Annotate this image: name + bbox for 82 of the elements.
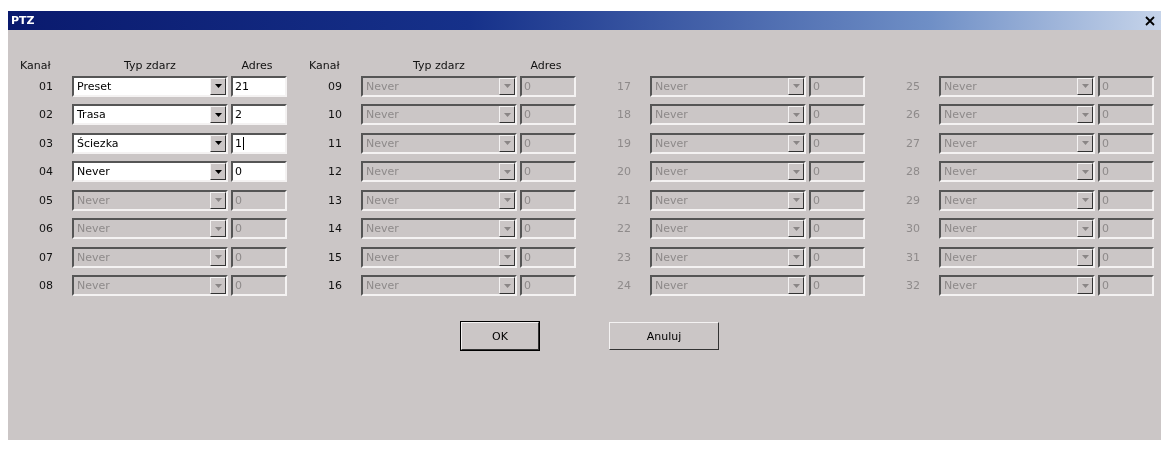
dropdown-arrow-icon <box>792 283 800 288</box>
column-header: Typ zdarz <box>412 59 466 72</box>
dropdown-arrow-icon <box>503 169 511 174</box>
dropdown-arrow-icon <box>1081 112 1089 117</box>
channel-number: 15 <box>327 250 343 264</box>
channel-number: 25 <box>905 79 921 93</box>
dropdown-arrow-icon <box>503 84 511 89</box>
dropdown-arrow-icon <box>792 169 800 174</box>
channel-number: 12 <box>327 165 343 179</box>
channel-number: 30 <box>905 222 921 236</box>
channel-number: 10 <box>327 108 343 122</box>
channel-number: 11 <box>327 136 343 150</box>
channel-number: 18 <box>616 108 632 122</box>
channel-number: 27 <box>905 136 921 150</box>
event-type-dropdown[interactable]: Ściezka <box>72 132 228 154</box>
channel-number: 31 <box>905 250 921 264</box>
channel-number: 04 <box>38 165 54 179</box>
dropdown-arrow-icon <box>503 226 511 231</box>
dropdown-arrow-icon <box>503 141 511 146</box>
address-field[interactable]: 1 <box>231 132 287 154</box>
column-header: Adres <box>529 59 563 72</box>
dropdown-arrow-icon <box>1081 283 1089 288</box>
dropdown-arrow-icon <box>792 198 800 203</box>
dropdown-arrow-icon <box>792 84 800 89</box>
channel-number: 23 <box>616 250 632 264</box>
dropdown-arrow-icon <box>503 255 511 260</box>
dropdown-arrow-icon <box>214 141 222 146</box>
dropdown-arrow-icon <box>1081 255 1089 260</box>
column-header: Kanał <box>309 59 341 72</box>
dropdown-arrow-icon <box>214 255 222 260</box>
column-header: Typ zdarz <box>123 59 177 72</box>
dropdown-arrow-icon <box>503 198 511 203</box>
channel-number: 06 <box>38 222 54 236</box>
channel-number: 28 <box>905 165 921 179</box>
dropdown-arrow-icon <box>214 169 222 174</box>
address-field[interactable]: 2 <box>231 104 287 126</box>
event-type-dropdown[interactable]: Preset <box>72 75 228 97</box>
channel-number: 14 <box>327 222 343 236</box>
dropdown-arrow-icon <box>792 255 800 260</box>
channel-number: 13 <box>327 193 343 207</box>
dropdown-arrow-icon <box>792 112 800 117</box>
dropdown-arrow-icon <box>214 283 222 288</box>
event-type-dropdown[interactable]: Never <box>72 161 228 183</box>
dropdown-arrow-icon <box>1081 84 1089 89</box>
dropdown-arrow-icon <box>1081 169 1089 174</box>
dropdown-arrow-icon <box>1081 226 1089 231</box>
channel-number: 17 <box>616 79 632 93</box>
window-title: PTZ <box>11 14 35 27</box>
column-header: Adres <box>240 59 274 72</box>
channel-number: 32 <box>905 279 921 293</box>
channel-number: 21 <box>616 193 632 207</box>
dropdown-arrow-icon <box>503 112 511 117</box>
channel-number: 05 <box>38 193 54 207</box>
channel-number: 29 <box>905 193 921 207</box>
dropdown-arrow-icon <box>214 84 222 89</box>
channel-number: 16 <box>327 279 343 293</box>
dropdown-arrow-icon <box>214 226 222 231</box>
channel-number: 26 <box>905 108 921 122</box>
dropdown-arrow-icon <box>1081 198 1089 203</box>
channel-number: 03 <box>38 136 54 150</box>
channel-number: 22 <box>616 222 632 236</box>
dropdown-arrow-icon <box>214 198 222 203</box>
channel-number: 24 <box>616 279 632 293</box>
dropdown-arrow-icon <box>792 226 800 231</box>
event-type-dropdown[interactable]: Trasa <box>72 104 228 126</box>
channel-number: 07 <box>38 250 54 264</box>
channel-number: 08 <box>38 279 54 293</box>
dropdown-arrow-icon <box>214 112 222 117</box>
close-icon[interactable] <box>1145 15 1155 26</box>
address-field[interactable]: 21 <box>231 75 287 97</box>
dropdown-arrow-icon <box>503 283 511 288</box>
dropdown-arrow-icon <box>1081 141 1089 146</box>
address-field[interactable]: 0 <box>231 161 287 183</box>
channel-number: 20 <box>616 165 632 179</box>
channel-number: 02 <box>38 108 54 122</box>
channel-number: 09 <box>327 79 343 93</box>
channel-number: 01 <box>38 79 54 93</box>
dialog-button[interactable]: OK <box>461 322 539 350</box>
dropdown-arrow-icon <box>792 141 800 146</box>
channel-number: 19 <box>616 136 632 150</box>
dialog-button[interactable]: Anuluj <box>609 322 719 350</box>
column-header: Kanał <box>20 59 52 72</box>
